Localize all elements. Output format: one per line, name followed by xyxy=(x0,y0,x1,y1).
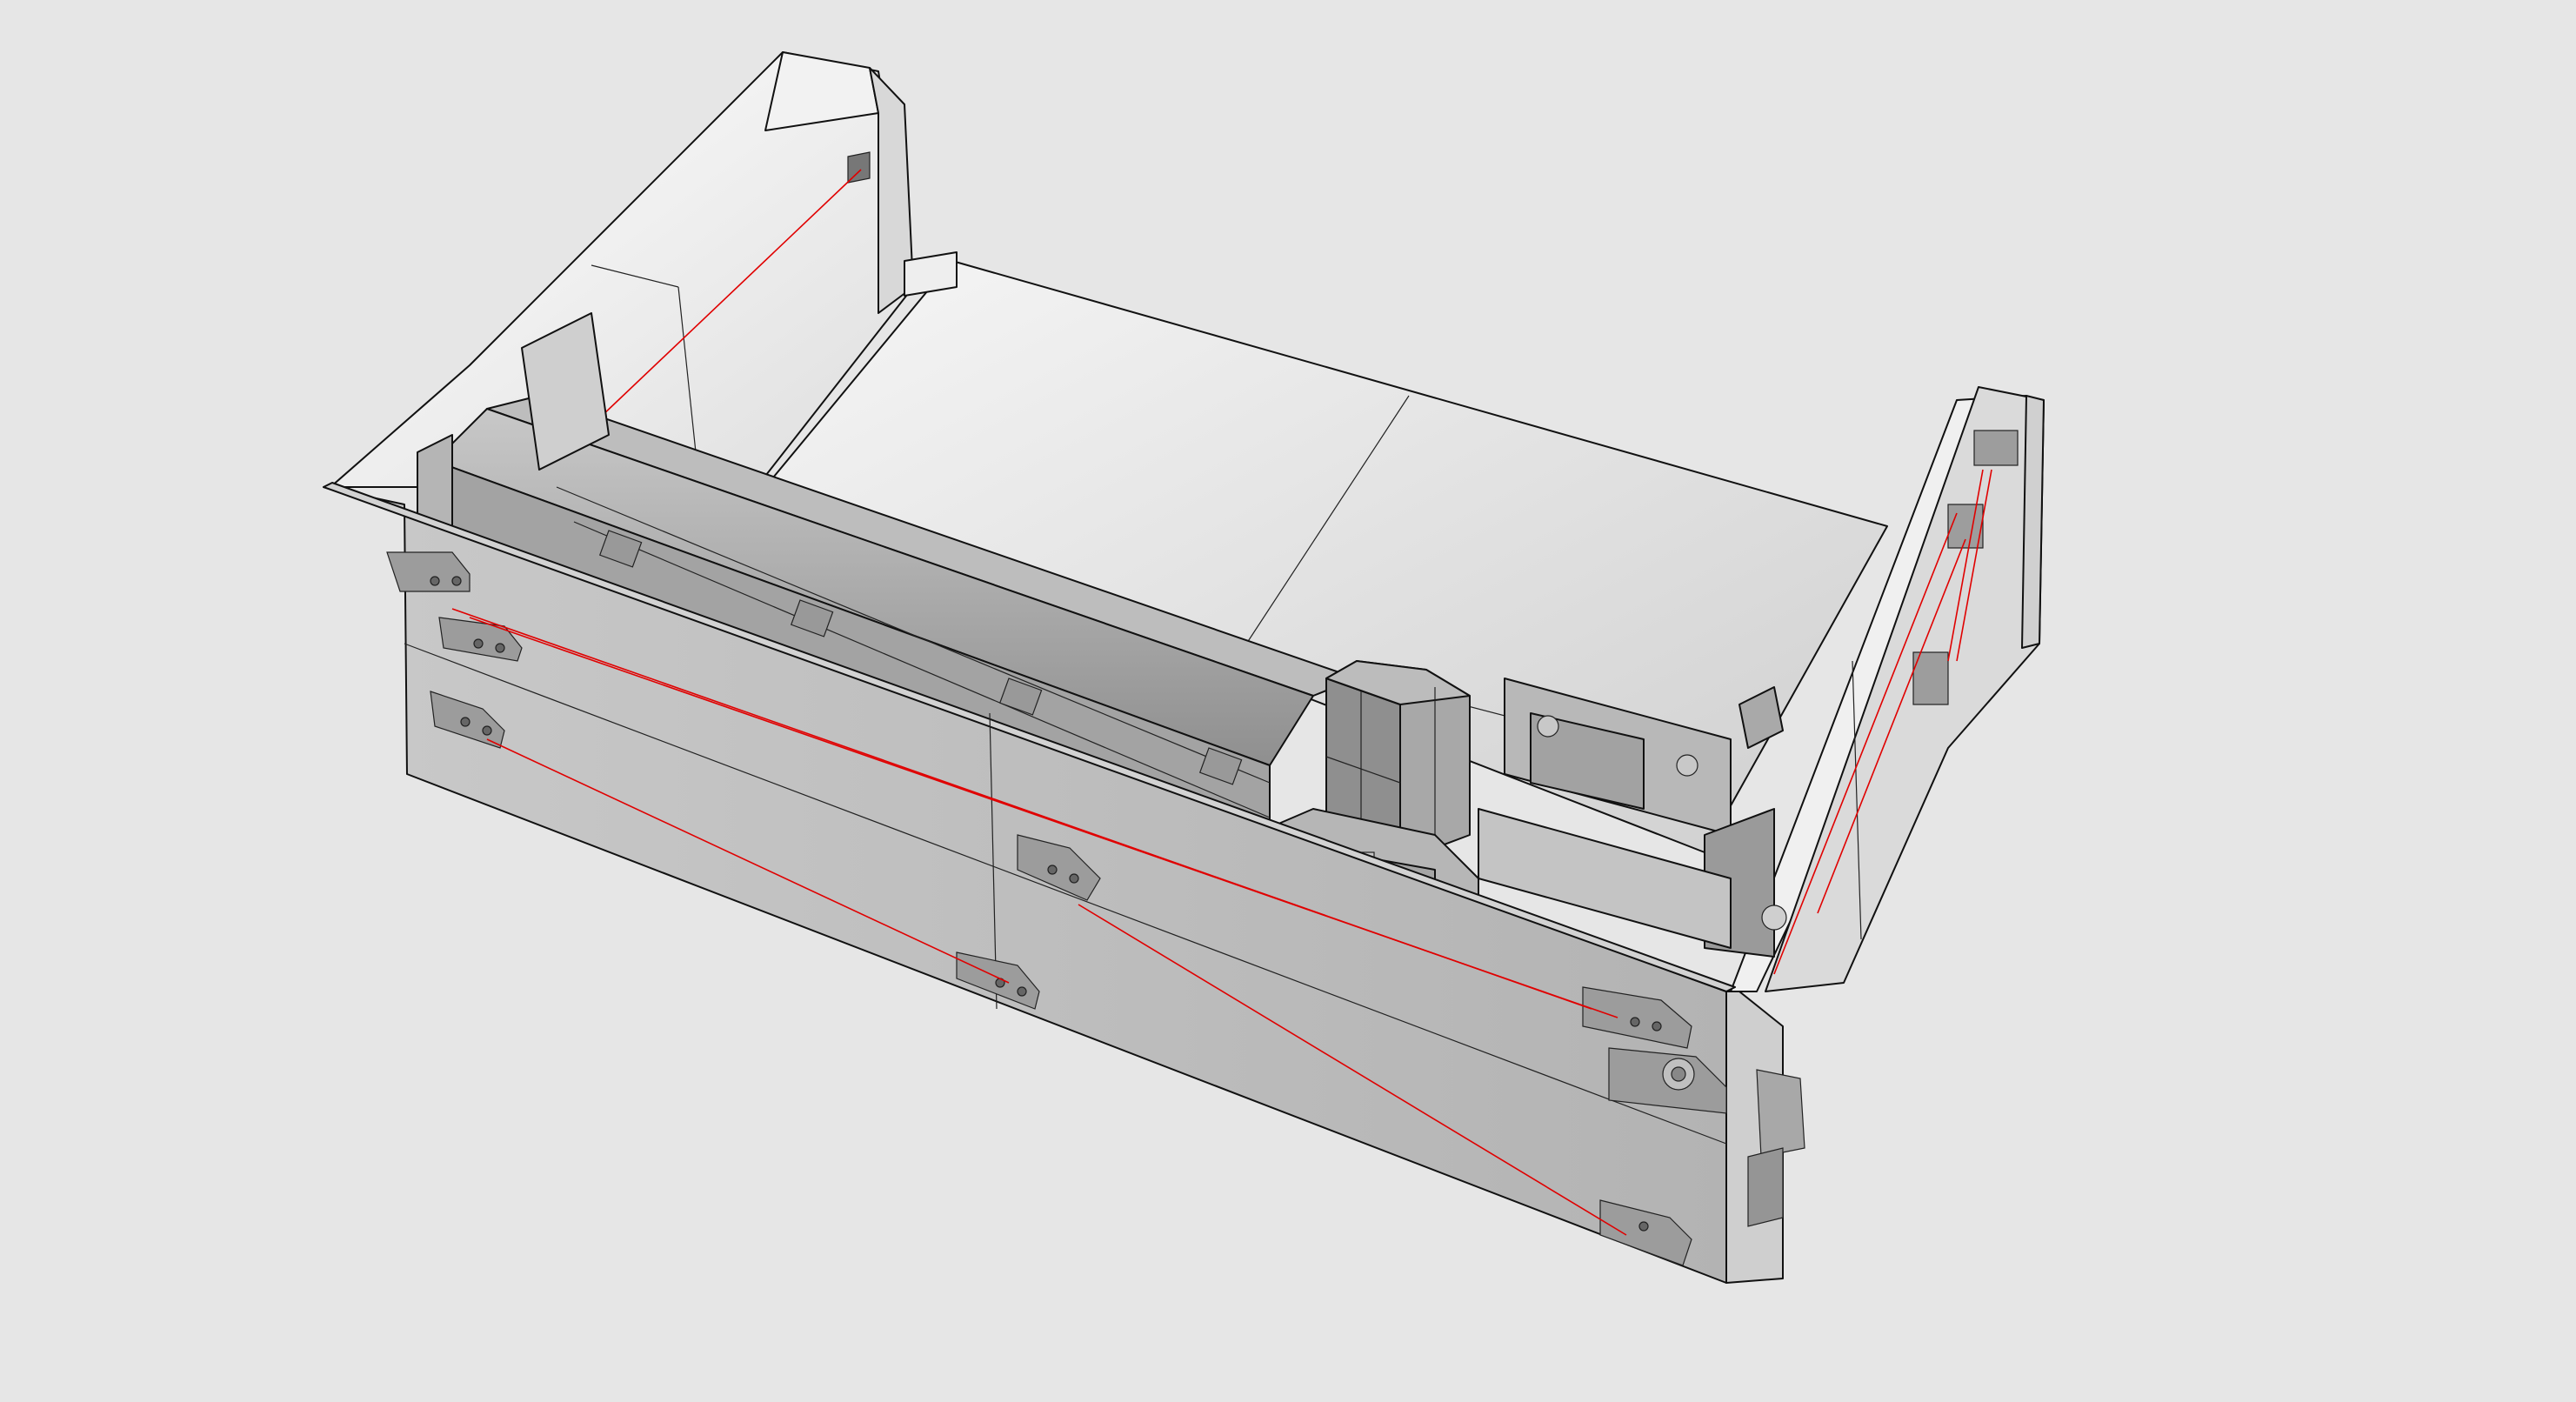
3d-viewport[interactable] xyxy=(0,0,2576,1402)
back-wall[interactable] xyxy=(904,251,958,297)
